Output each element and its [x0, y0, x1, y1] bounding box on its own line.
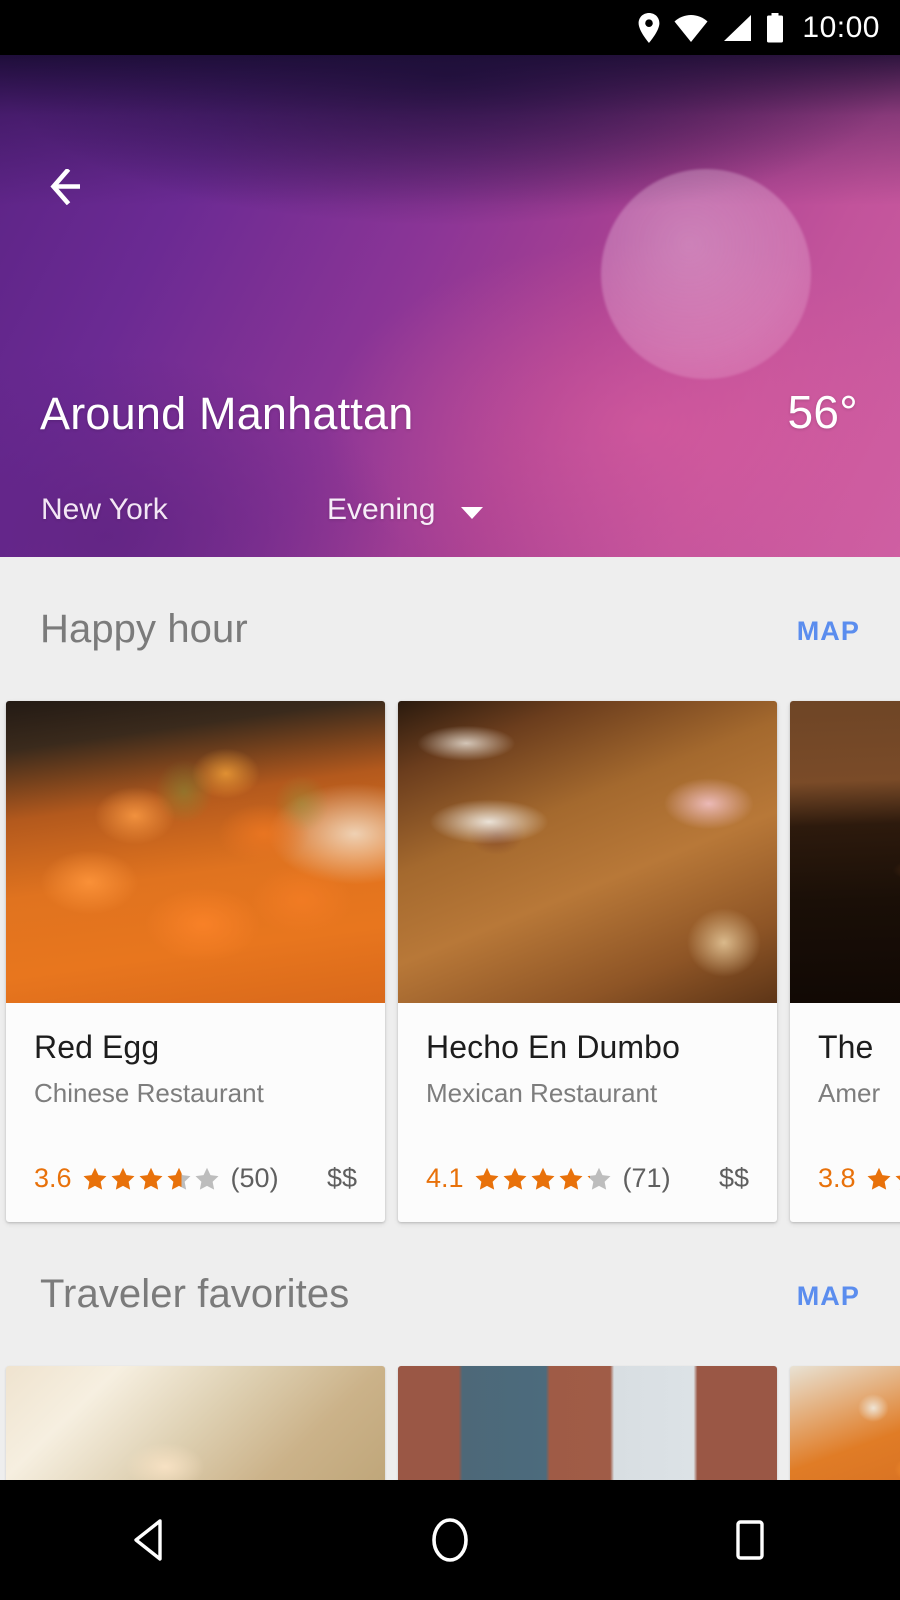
- star-icon: [111, 1167, 135, 1190]
- battery-icon: [766, 12, 784, 43]
- place-photo-brick-building[interactable]: [398, 1366, 777, 1480]
- page-title: Around Manhattan: [40, 388, 414, 439]
- card-rail-traveler-favorites[interactable]: [0, 1366, 900, 1480]
- nav-recents-button[interactable]: [690, 1480, 810, 1600]
- place-name: The: [818, 1029, 874, 1065]
- star-rating: [866, 1166, 900, 1192]
- price-level: $$: [718, 1163, 749, 1193]
- status-bar-clock: 10:00: [802, 10, 880, 44]
- nav-back-icon: [134, 1519, 162, 1561]
- section-title: Traveler favorites: [40, 1271, 350, 1316]
- card-rail-happy-hour[interactable]: Red Egg Chinese Restaurant 3.6 (50) $$ H…: [0, 701, 900, 1222]
- place-card-body: The Amer 3.8: [790, 1003, 900, 1222]
- place-category: Amer: [818, 1078, 881, 1108]
- place-card-body: Hecho En Dumbo Mexican Restaurant 4.1 (7…: [398, 1003, 777, 1222]
- place-name: Hecho En Dumbo: [426, 1029, 680, 1065]
- phone-screen: 10:00 Around Manhattan 56° New York Even…: [0, 0, 900, 1600]
- star-icon: [587, 1167, 611, 1190]
- star-rating: [474, 1166, 612, 1192]
- android-navigation-bar: [0, 1480, 900, 1600]
- place-card[interactable]: Hecho En Dumbo Mexican Restaurant 4.1 (7…: [398, 701, 777, 1222]
- place-card-body: Red Egg Chinese Restaurant 3.6 (50) $$: [6, 1003, 385, 1222]
- star-icon: [895, 1175, 900, 1190]
- star-icon: [167, 1167, 191, 1190]
- place-card[interactable]: The Amer 3.8: [790, 701, 900, 1222]
- place-name: Red Egg: [34, 1029, 160, 1065]
- nav-back-button[interactable]: [90, 1480, 210, 1600]
- status-bar: 10:00: [0, 0, 900, 55]
- rating-value: 3.6: [34, 1163, 72, 1193]
- time-of-day-selector[interactable]: Evening: [327, 493, 484, 527]
- rating-value: 4.1: [426, 1163, 464, 1193]
- price-level: $$: [326, 1163, 357, 1193]
- content-scroll-area[interactable]: Happy hour MAP Red Egg Chinese Restauran…: [0, 557, 900, 1480]
- star-icon: [475, 1167, 499, 1190]
- place-photo-the-bar: [790, 701, 900, 1003]
- review-count: (50): [230, 1163, 279, 1193]
- map-link-traveler-favorites[interactable]: MAP: [797, 1277, 860, 1312]
- place-photo-dessert[interactable]: [6, 1366, 385, 1480]
- star-icon: [559, 1167, 583, 1190]
- map-link-happy-hour[interactable]: MAP: [797, 612, 860, 647]
- temperature-label: 56°: [787, 386, 858, 438]
- star-icon: [867, 1167, 891, 1190]
- place-photo-hecho-en-dumbo: [398, 701, 777, 1003]
- section-title: Happy hour: [40, 606, 248, 651]
- star-icon: [139, 1167, 163, 1190]
- place-card[interactable]: Red Egg Chinese Restaurant 3.6 (50) $$: [6, 701, 385, 1222]
- star-icon: [83, 1167, 107, 1190]
- place-meta-row: 4.1 (71) $$: [426, 1163, 749, 1194]
- star-rating: [82, 1166, 220, 1192]
- city-label: New York: [41, 493, 168, 526]
- time-of-day-label: Evening: [327, 493, 436, 526]
- header-hero: Around Manhattan 56° New York Evening: [0, 55, 900, 557]
- wifi-icon: [674, 14, 708, 42]
- star-icon: [503, 1167, 527, 1190]
- chevron-down-icon: [461, 506, 484, 519]
- star-icon: [531, 1167, 555, 1190]
- back-button[interactable]: [44, 159, 100, 215]
- place-meta-row: 3.8: [818, 1163, 900, 1194]
- place-category: Chinese Restaurant: [34, 1078, 264, 1108]
- rating-value: 3.8: [818, 1163, 856, 1193]
- place-category: Mexican Restaurant: [426, 1078, 658, 1108]
- place-photo-red-egg: [6, 701, 385, 1003]
- cell-signal-icon: [722, 14, 752, 42]
- nav-home-button[interactable]: [390, 1480, 510, 1600]
- sun-glow-icon: [601, 169, 811, 379]
- section-header-traveler-favorites: Traveler favorites MAP: [0, 1222, 900, 1366]
- star-icon: [195, 1167, 219, 1190]
- back-arrow-icon: [50, 169, 80, 205]
- review-count: (71): [622, 1163, 671, 1193]
- nav-home-icon: [432, 1518, 468, 1562]
- nav-recents-icon: [736, 1520, 764, 1560]
- place-meta-row: 3.6 (50) $$: [34, 1163, 357, 1194]
- section-header-happy-hour: Happy hour MAP: [0, 557, 900, 701]
- location-pin-icon: [638, 12, 660, 43]
- place-photo-orange-food[interactable]: [790, 1366, 900, 1480]
